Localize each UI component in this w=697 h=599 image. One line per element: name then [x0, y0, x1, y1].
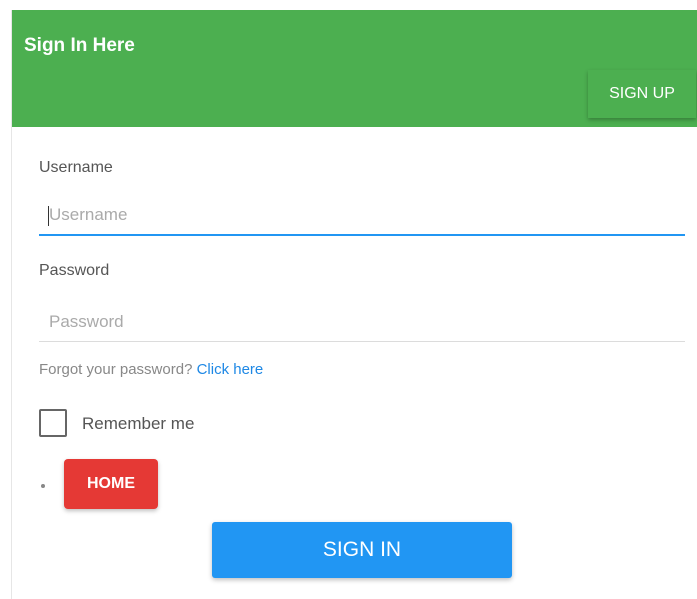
header-bar: Sign In Here SIGN UP [12, 10, 697, 127]
forgot-password-link[interactable]: Click here [197, 361, 264, 378]
list-bullet [41, 484, 45, 488]
sign-in-button[interactable]: SIGN IN [212, 522, 512, 578]
remember-me-checkbox[interactable] [39, 409, 67, 437]
forgot-password-text: Forgot your password? Click here [39, 361, 263, 378]
remember-me-label: Remember me [82, 414, 195, 433]
password-input[interactable] [39, 302, 685, 342]
username-input[interactable] [39, 196, 685, 236]
forgot-password-label: Forgot your password? [39, 361, 193, 378]
text-cursor [48, 206, 49, 226]
username-label: Username [39, 159, 113, 176]
home-button[interactable]: HOME [64, 459, 158, 509]
page-title: Sign In Here [24, 35, 135, 56]
sign-up-button[interactable]: SIGN UP [588, 70, 696, 118]
password-label: Password [39, 262, 110, 279]
sign-in-card: Sign In Here SIGN UP Username Password F… [11, 10, 697, 599]
